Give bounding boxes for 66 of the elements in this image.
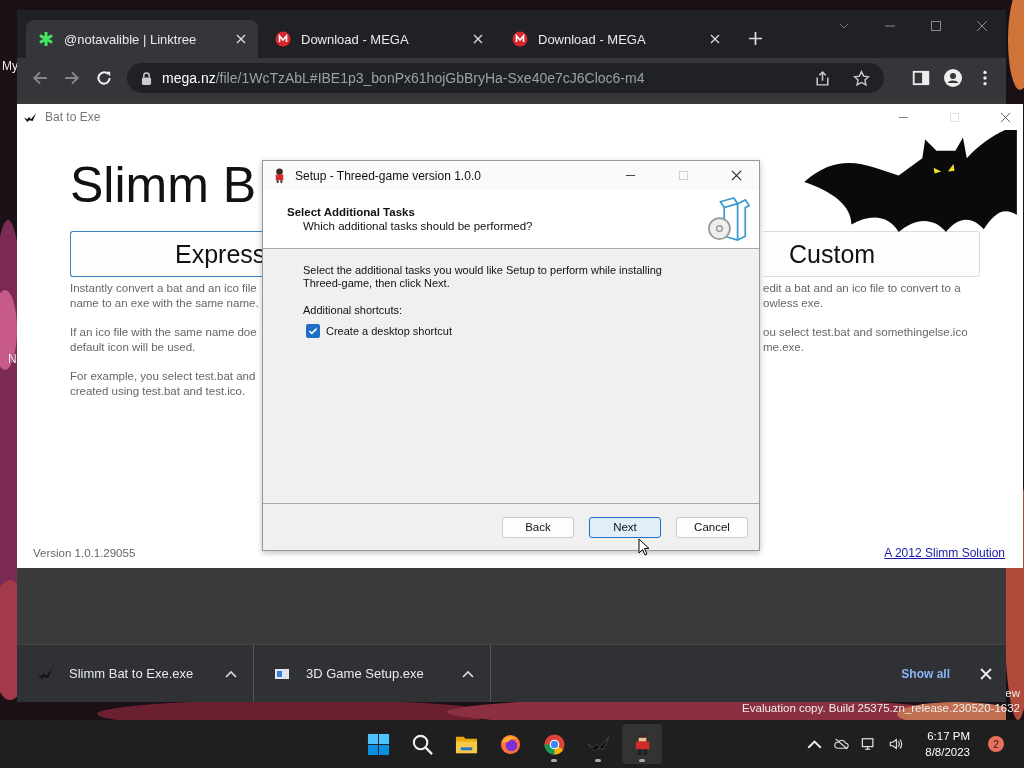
installer-icon [274, 667, 290, 680]
running-indicator [595, 759, 601, 762]
url-text: mega.nz/file/1WcTzAbL#IBE1p3_bonPx61hojGbBryHa-Sxe40e7cJ6Cloc6-m4 [162, 70, 645, 86]
star-icon[interactable] [853, 69, 870, 87]
dialog-button[interactable]: Cancel [676, 516, 748, 538]
window-title: Bat to Exe [45, 110, 101, 124]
checkmark-icon [307, 325, 319, 337]
page-subheading: Which additional tasks should be performed? [302, 220, 534, 232]
mouse-cursor-icon [638, 538, 650, 556]
description-text: For example, you select test.bat and created using test.bat and test.ico. [70, 369, 257, 399]
dialog-button[interactable]: Back [502, 516, 574, 538]
description-text: ou select test.bat and somethingelse.ico me.exe. [763, 325, 969, 355]
dialog-button[interactable]: Next [589, 516, 661, 538]
new-tab-icon[interactable] [749, 32, 762, 45]
side-panel-icon[interactable] [912, 69, 930, 87]
m-logo-icon [275, 31, 291, 47]
app-heading: Slimm B [70, 156, 258, 215]
group-label: Additional shortcuts: [303, 304, 403, 316]
reload-icon[interactable] [95, 69, 113, 87]
dialog-title: Setup - Threed-game version 1.0.0 [295, 168, 481, 183]
box-with-disc-icon [707, 196, 751, 242]
description-text: If an ico file with the same name doe default icon will be used. [70, 325, 258, 355]
download-item[interactable]: 3D Game Setup.exe [254, 645, 491, 702]
cloud-off-icon[interactable] [834, 737, 850, 751]
mode-button[interactable]: Custom [763, 231, 980, 277]
fox-globe-icon [498, 732, 522, 756]
version-text: Version 1.0.1.29055 [33, 547, 136, 559]
caret-up-icon[interactable] [462, 669, 474, 678]
maximize-icon[interactable] [930, 20, 942, 32]
browser-tab[interactable]: Download - MEGA [500, 20, 732, 58]
share-icon[interactable] [814, 69, 831, 87]
monitor-icon[interactable] [861, 737, 877, 751]
download-item[interactable]: Slimm Bat to Exe.exe [17, 645, 254, 702]
date-text: 8/8/2023 [925, 745, 970, 760]
checkbox-label: Create a desktop shortcut [326, 325, 452, 337]
search-icon [410, 732, 434, 756]
mode-button[interactable]: Express [70, 231, 262, 277]
chevron-up-icon[interactable] [807, 737, 823, 751]
address-bar[interactable]: mega.nz/file/1WcTzAbL#IBE1p3_bonPx61hojGbBryHa-Sxe40e7cJ6Cloc6-m4 [127, 63, 884, 93]
browser-tab[interactable]: Download - MEGA [263, 20, 495, 58]
running-indicator [639, 759, 645, 762]
credit-link[interactable]: A 2012 Slimm Solution [884, 546, 1005, 560]
back-arrow-icon[interactable] [31, 69, 49, 87]
volume-icon[interactable] [888, 737, 904, 751]
description-text: Instantly convert a bat and an ico file name to an exe with the same name. [70, 281, 260, 311]
browser-tab[interactable]: @notavalible | Linktree [26, 20, 258, 58]
checkbox[interactable] [306, 324, 320, 338]
page-heading: Select Additional Tasks [287, 206, 416, 218]
lock-icon [141, 71, 152, 85]
windows-logo-icon [366, 732, 390, 756]
asterisk-icon [38, 31, 54, 47]
profile-icon[interactable] [944, 69, 962, 87]
chrome-icon [542, 732, 566, 756]
taskbar-button[interactable] [622, 724, 662, 764]
time-text: 6:17 PM [927, 729, 970, 744]
description-text: edit a bat and an ico file to convert to a owless exe. [763, 281, 962, 311]
show-all-link[interactable]: Show all [897, 662, 954, 685]
notification-badge[interactable]: 2 [988, 736, 1004, 752]
forward-arrow-icon[interactable] [63, 69, 81, 87]
bat-icon [23, 111, 37, 123]
m-logo-icon [512, 31, 528, 47]
clock[interactable]: 6:17 PM 8/8/2023 [925, 728, 970, 760]
close-icon[interactable] [731, 170, 742, 181]
instructions-text: Select the additional tasks you would like Setup to perform while installing Threed-game, then click Next. [303, 264, 663, 290]
caret-up-icon[interactable] [225, 669, 237, 678]
running-indicator [551, 759, 557, 762]
